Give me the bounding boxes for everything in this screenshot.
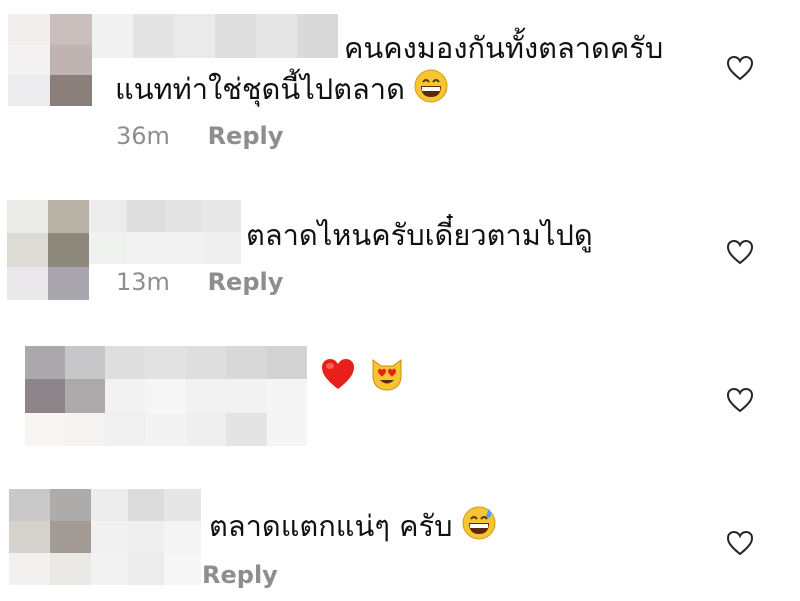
blurred-username[interactable]: [92, 14, 338, 58]
comment-text-line-1: ตลาดแตกแน่ๆ ครับ: [209, 505, 496, 551]
comment-time: 13m: [116, 268, 170, 296]
comment-text-line-2: แนทท่าใช่ชุดนี้ไปตลาด: [115, 68, 448, 114]
comment-item: คนคงมองกันทั้งตลาดครับ แนทท่าใช่ชุดนี้ไป…: [0, 0, 800, 160]
comment-item: ตลาดแตกแน่ๆ ครับ Reply: [0, 475, 800, 601]
comment-meta: Reply: [202, 561, 278, 589]
reply-button[interactable]: Reply: [208, 268, 284, 296]
blurred-avatar[interactable]: [9, 489, 91, 585]
comment-text-line-1: ตลาดไหนครับเดี๋ยวตามไปดู: [246, 218, 593, 252]
comment-item: ตลาดไหนครับเดี๋ยวตามไปดู 13m Reply: [0, 180, 800, 310]
blurred-username[interactable]: [105, 346, 307, 446]
comment-meta: 36m Reply: [116, 122, 283, 150]
heart-outline-icon[interactable]: [726, 55, 754, 81]
grinning-face-with-sweat-emoji: [462, 506, 496, 551]
grinning-face-emoji: [414, 69, 448, 114]
blurred-username[interactable]: [89, 200, 241, 264]
blurred-avatar[interactable]: [25, 346, 105, 446]
heart-outline-icon[interactable]: [726, 387, 754, 413]
comment-text: ตลาดแตกแน่ๆ ครับ: [209, 509, 453, 543]
comment-time: 36m: [116, 122, 170, 150]
comment-emojis: [320, 356, 405, 403]
red-heart-emoji: [320, 357, 356, 402]
smiling-cat-heart-eyes-emoji: [369, 356, 405, 403]
heart-outline-icon[interactable]: [726, 239, 754, 265]
comment-item: [0, 330, 800, 460]
comment-text-line-2-text: แนทท่าใช่ชุดนี้ไปตลาด: [115, 72, 405, 106]
blurred-avatar[interactable]: [8, 14, 92, 106]
heart-outline-icon[interactable]: [726, 530, 754, 556]
reply-button[interactable]: Reply: [202, 561, 278, 589]
comment-meta: 13m Reply: [116, 268, 283, 296]
reply-button[interactable]: Reply: [208, 122, 284, 150]
comment-text-line-1: คนคงมองกันทั้งตลาดครับ: [344, 31, 664, 65]
blurred-username[interactable]: [91, 489, 201, 585]
blurred-avatar[interactable]: [7, 200, 89, 300]
